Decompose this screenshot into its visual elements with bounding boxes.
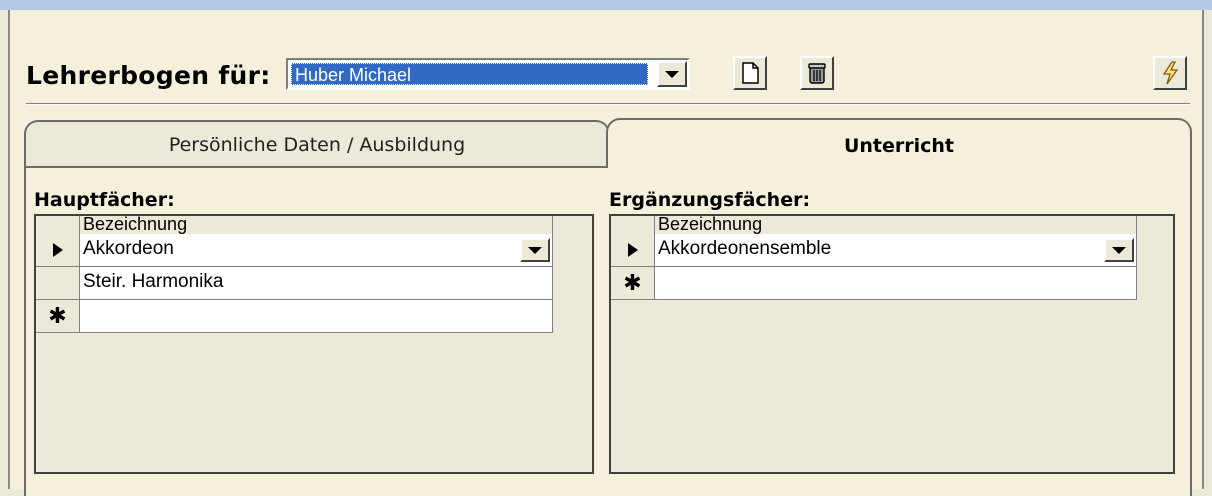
document-icon [742, 62, 759, 84]
chevron-down-icon [665, 70, 679, 78]
action-button[interactable] [1153, 56, 1187, 90]
chevron-down-icon [1112, 246, 1126, 254]
table-cell-empty[interactable] [655, 267, 1137, 300]
hauptfaecher-grid: Bezeichnung Akkordeon Steir. Harmonika ✱ [34, 214, 594, 474]
teacher-select[interactable]: Huber Michael [286, 58, 690, 90]
lightning-icon [1162, 61, 1179, 85]
teacher-select-dropdown-button[interactable] [657, 61, 687, 87]
ergaenzungsfaecher-grid: Bezeichnung Akkordeonensemble ✱ [609, 214, 1175, 474]
row-selector[interactable] [611, 234, 655, 267]
table-cell[interactable]: Akkordeon [80, 234, 553, 267]
table-cell[interactable]: Steir. Harmonika [80, 267, 553, 300]
chevron-down-icon [528, 246, 542, 254]
new-record-marker[interactable]: ✱ [36, 300, 80, 333]
current-record-icon [627, 243, 638, 257]
table-cell-empty[interactable] [80, 300, 553, 333]
ergaenzungsfaecher-label: Ergänzungsfächer: [609, 189, 811, 211]
new-record-row[interactable]: ✱ [36, 300, 553, 333]
current-record-icon [52, 243, 63, 257]
window-top-bar [0, 0, 1212, 10]
column-header-bezeichnung[interactable]: Bezeichnung [655, 215, 1137, 234]
row-selector[interactable] [36, 267, 80, 300]
tab-unterricht[interactable]: Unterricht [606, 118, 1192, 168]
cell-text: Akkordeonensemble [658, 238, 832, 259]
table-row[interactable]: Steir. Harmonika [36, 267, 553, 300]
cell-dropdown-button[interactable] [1104, 238, 1134, 262]
new-record-marker[interactable]: ✱ [611, 267, 655, 300]
tab-persoenliche-daten[interactable]: Persönliche Daten / Ausbildung [24, 120, 610, 166]
header-selector-cell [611, 216, 655, 234]
grid-header-row: Bezeichnung [36, 215, 553, 234]
teacher-select-value[interactable]: Huber Michael [291, 63, 648, 85]
column-header-bezeichnung[interactable]: Bezeichnung [80, 215, 553, 234]
table-row[interactable]: Akkordeonensemble [611, 234, 1137, 267]
table-row[interactable]: Akkordeon [36, 234, 553, 267]
table-cell[interactable]: Akkordeonensemble [655, 234, 1137, 267]
cell-text: Akkordeon [83, 238, 174, 259]
header-divider [26, 103, 1190, 105]
cell-dropdown-button[interactable] [520, 238, 550, 262]
new-record-row[interactable]: ✱ [611, 267, 1137, 300]
page-title: Lehrerbogen für: [26, 61, 271, 90]
trash-icon [808, 63, 826, 84]
header-selector-cell [36, 216, 80, 234]
delete-record-button[interactable] [800, 56, 834, 90]
hauptfaecher-label: Hauptfächer: [34, 189, 175, 211]
new-record-button[interactable] [733, 56, 767, 90]
row-selector[interactable] [36, 234, 80, 267]
grid-header-row: Bezeichnung [611, 215, 1137, 234]
